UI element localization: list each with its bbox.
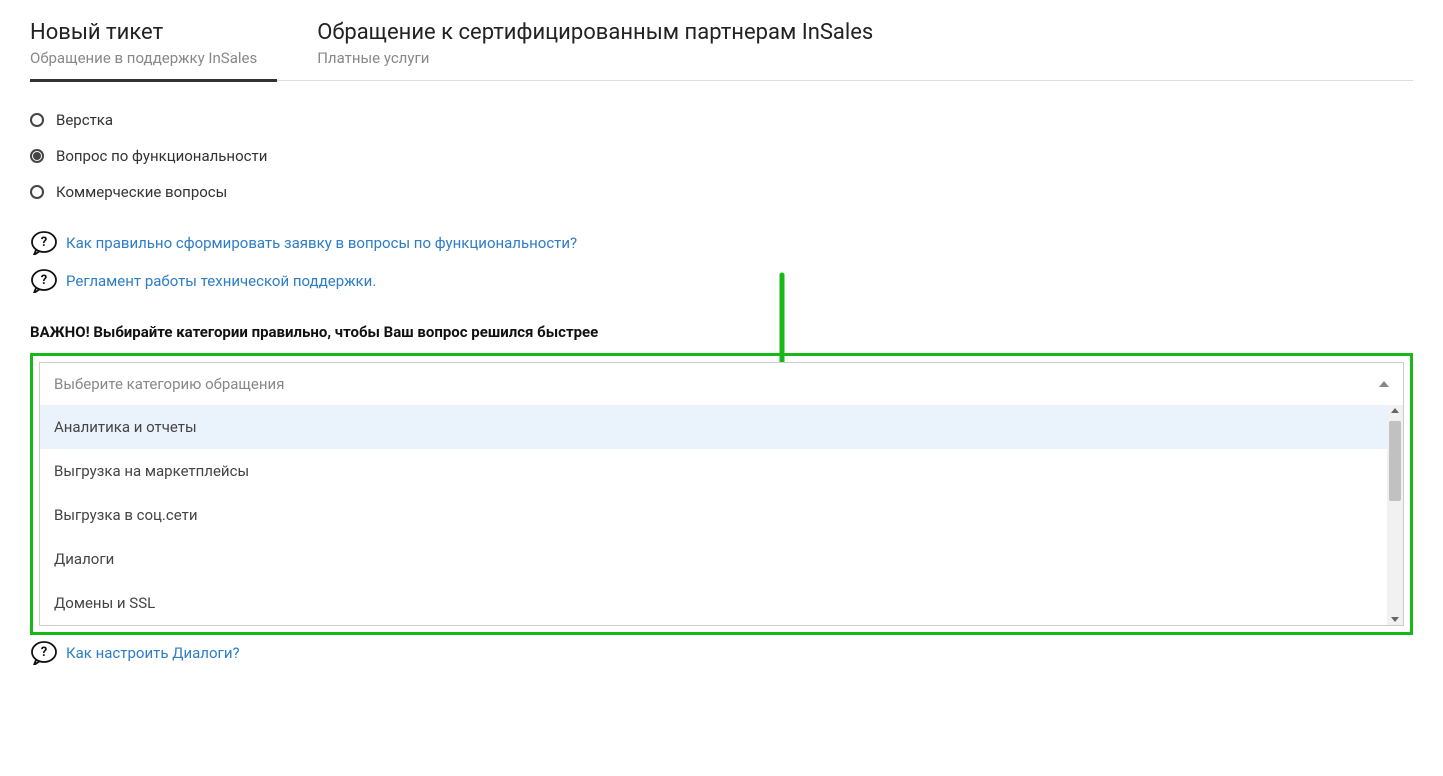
svg-text:?: ?: [41, 235, 47, 250]
help-link-request-guide[interactable]: Как правильно сформировать заявку в вопр…: [66, 234, 577, 252]
tab-subtitle: Платные услуги: [317, 49, 873, 67]
select-header[interactable]: Выберите категорию обращения: [40, 363, 1403, 405]
radio-icon: [30, 113, 44, 127]
option-analytics[interactable]: Аналитика и отчеты: [40, 405, 1403, 449]
topic-radio-group: Верстка Вопрос по функциональности Комме…: [30, 111, 1413, 201]
scrollbar[interactable]: [1387, 405, 1403, 625]
tab-title: Обращение к сертифицированным партнерам …: [317, 20, 873, 45]
option-dialogs[interactable]: Диалоги: [40, 537, 1403, 581]
radio-label: Вопрос по функциональности: [56, 147, 267, 165]
select-options-list: Аналитика и отчеты Выгрузка на маркетпле…: [40, 405, 1403, 625]
important-notice: ВАЖНО! Выбирайте категории правильно, чт…: [30, 323, 1413, 341]
radio-icon: [30, 185, 44, 199]
question-bubble-icon: ?: [30, 231, 58, 255]
tab-subtitle: Обращение в поддержку InSales: [30, 49, 257, 67]
help-link-dialogs-setup[interactable]: Как настроить Диалоги?: [66, 644, 240, 662]
option-social[interactable]: Выгрузка в соц.сети: [40, 493, 1403, 537]
question-bubble-icon: ?: [30, 641, 58, 665]
radio-commercial[interactable]: Коммерческие вопросы: [30, 183, 1413, 201]
option-domains-ssl[interactable]: Домены и SSL: [40, 581, 1403, 625]
category-select-highlight: Выберите категорию обращения Аналитика и…: [30, 353, 1413, 635]
tab-new-ticket[interactable]: Новый тикет Обращение в поддержку InSale…: [30, 20, 277, 82]
scroll-up-icon[interactable]: [1391, 408, 1399, 413]
help-links-block: ? Как правильно сформировать заявку в во…: [30, 231, 1413, 293]
caret-up-icon: [1379, 381, 1389, 387]
svg-text:?: ?: [41, 645, 47, 660]
select-placeholder: Выберите категорию обращения: [54, 375, 284, 393]
radio-functionality[interactable]: Вопрос по функциональности: [30, 147, 1413, 165]
tab-title: Новый тикет: [30, 20, 257, 45]
category-select[interactable]: Выберите категорию обращения Аналитика и…: [39, 362, 1404, 626]
help-link-row: ? Регламент работы технической поддержки…: [30, 269, 1413, 293]
scroll-down-icon[interactable]: [1391, 617, 1399, 622]
radio-label: Коммерческие вопросы: [56, 183, 227, 201]
svg-text:?: ?: [41, 273, 47, 288]
radio-icon: [30, 149, 44, 163]
scroll-thumb[interactable]: [1389, 421, 1401, 501]
radio-verstka[interactable]: Верстка: [30, 111, 1413, 129]
help-link-row: ? Как настроить Диалоги?: [30, 641, 1413, 665]
question-bubble-icon: ?: [30, 269, 58, 293]
help-link-row: ? Как правильно сформировать заявку в во…: [30, 231, 1413, 255]
radio-label: Верстка: [56, 111, 113, 129]
tab-bar: Новый тикет Обращение в поддержку InSale…: [30, 20, 1413, 81]
option-marketplaces[interactable]: Выгрузка на маркетплейсы: [40, 449, 1403, 493]
help-link-support-rules[interactable]: Регламент работы технической поддержки.: [66, 272, 376, 290]
tab-partners[interactable]: Обращение к сертифицированным партнерам …: [317, 20, 893, 80]
